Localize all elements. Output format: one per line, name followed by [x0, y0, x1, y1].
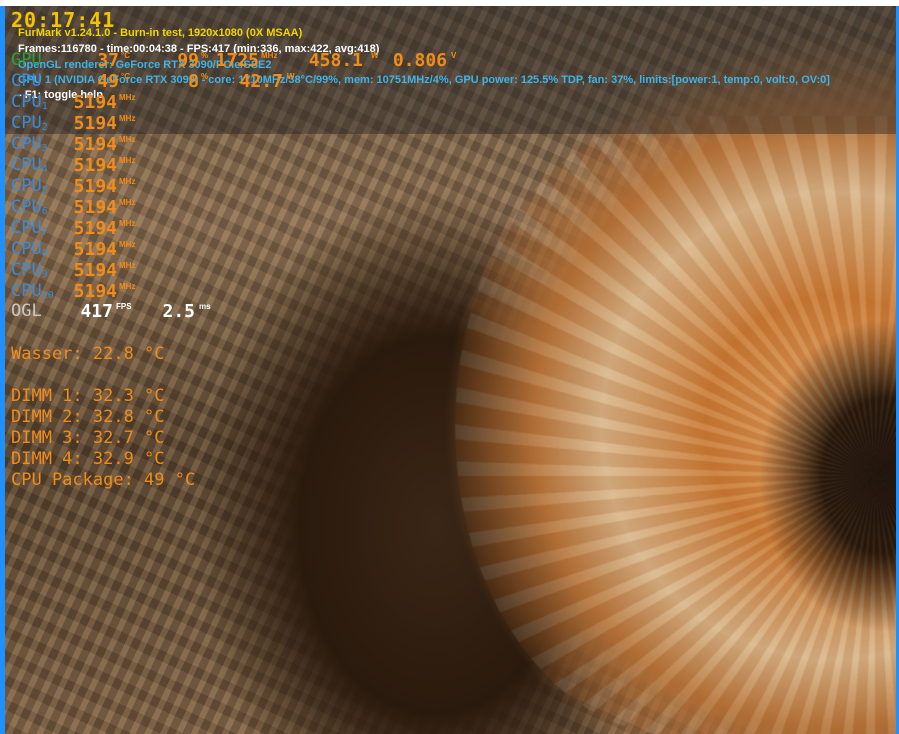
- cpu-load-unit: %: [201, 72, 209, 81]
- core-index: 2: [41, 122, 48, 133]
- ogl-frametime-unit: ms: [199, 302, 211, 311]
- core-label: CPU8: [11, 239, 48, 259]
- gpu-load-unit: %: [201, 51, 209, 60]
- core-label: CPU9: [11, 260, 48, 280]
- sensor-dimm2-temp: DIMM 2: 32.8 °C: [11, 407, 165, 427]
- core-clock-value: 5194: [73, 176, 117, 197]
- osd-cpu-core-row: CPU5 5194 MHz: [11, 176, 151, 197]
- core-clock-unit: MHz: [119, 219, 136, 228]
- sensor-water-temp: Wasser: 22.8 °C: [11, 344, 165, 364]
- sensor-dimm4-temp: DIMM 4: 32.9 °C: [11, 449, 165, 469]
- core-clock-value: 5194: [73, 113, 117, 134]
- osd-cpu-core-row: CPU4 5194 MHz: [11, 155, 151, 176]
- core-label: CPU7: [11, 218, 48, 238]
- core-label: CPU10: [11, 281, 54, 301]
- sensor-dimm3-temp: DIMM 3: 32.7 °C: [11, 428, 165, 448]
- osd-ogl-row: OGL 417 FPS 2.5 ms: [11, 301, 231, 322]
- core-clock-value: 5194: [73, 281, 117, 302]
- osd-cpu-core-row: CPU2 5194 MHz: [11, 113, 151, 134]
- core-clock-unit: MHz: [119, 261, 136, 270]
- core-label: CPU4: [11, 155, 48, 175]
- core-index: 1: [41, 101, 48, 112]
- cpu-label: CPU: [11, 71, 42, 91]
- ogl-label: OGL: [11, 301, 42, 321]
- core-clock-value: 5194: [73, 260, 117, 281]
- sensor-dimm1-temp: DIMM 1: 32.3 °C: [11, 386, 165, 406]
- ogl-frametime-value: 2.5: [162, 301, 195, 322]
- core-clock-unit: MHz: [119, 114, 136, 123]
- osd-cpu-core-row: CPU3 5194 MHz: [11, 134, 151, 155]
- core-index: 8: [41, 248, 48, 259]
- gpu-clock-unit: MHz: [261, 51, 278, 60]
- core-clock-unit: MHz: [119, 240, 136, 249]
- gpu-power-unit: W: [371, 51, 379, 60]
- gpu-voltage-unit: V: [451, 51, 457, 60]
- osd-cpu-core-row: CPU10 5194 MHz: [11, 281, 151, 302]
- core-label: CPU1: [11, 92, 48, 112]
- core-clock-value: 5194: [73, 92, 117, 113]
- cpu-temp-unit: °C: [121, 72, 130, 81]
- core-label: CPU6: [11, 197, 48, 217]
- cpu-temp-value: 49: [97, 71, 119, 92]
- ogl-fps-unit: FPS: [116, 302, 132, 311]
- core-index: 3: [41, 143, 48, 154]
- osd-cpu-core-row: CPU8 5194 MHz: [11, 239, 151, 260]
- osd-cpu-row: CPU 49 °C 8 % 42.7 W: [11, 71, 311, 92]
- core-clock-unit: MHz: [119, 93, 136, 102]
- core-index: 6: [41, 206, 48, 217]
- cpu-power-value: 42.7: [239, 71, 283, 92]
- core-clock-unit: MHz: [119, 156, 136, 165]
- core-clock-value: 5194: [73, 218, 117, 239]
- core-clock-unit: MHz: [119, 198, 136, 207]
- core-clock-unit: MHz: [119, 135, 136, 144]
- gpu-voltage-value: 0.806: [392, 50, 447, 71]
- osd-gpu-row: GPU 37 °C 99 % 1725 MHz 458.1 W 0.806 V: [11, 50, 491, 71]
- fur-texture-donut: [455, 116, 896, 734]
- core-clock-unit: MHz: [119, 282, 136, 291]
- core-clock-value: 5194: [73, 134, 117, 155]
- core-index: 5: [41, 185, 48, 196]
- render-viewport[interactable]: FurMark v1.24.1.0 - Burn-in test, 1920x1…: [5, 6, 896, 734]
- core-clock-value: 5194: [73, 239, 117, 260]
- gpu-clock-value: 1725: [215, 50, 259, 71]
- gpu-load-value: 99: [177, 50, 199, 71]
- osd-clock: 20:17:41: [11, 8, 116, 32]
- core-label: CPU2: [11, 113, 48, 133]
- cpu-power-unit: W: [287, 72, 295, 81]
- gpu-label: GPU: [11, 50, 42, 70]
- sensor-cpu-package-temp: CPU Package: 49 °C: [11, 470, 196, 490]
- gpu-temp-unit: °C: [121, 51, 130, 60]
- osd-cpu-core-row: CPU6 5194 MHz: [11, 197, 151, 218]
- core-index: 7: [41, 227, 48, 238]
- core-index: 10: [41, 290, 54, 301]
- core-index: 9: [41, 269, 48, 280]
- gpu-power-value: 458.1: [308, 50, 363, 71]
- core-clock-value: 5194: [73, 155, 117, 176]
- core-index: 4: [41, 164, 48, 175]
- core-clock-value: 5194: [73, 197, 117, 218]
- gpu-temp-value: 37: [97, 50, 119, 71]
- ogl-fps-value: 417: [80, 301, 113, 322]
- osd-cpu-core-row: CPU1 5194 MHz: [11, 92, 151, 113]
- core-label: CPU5: [11, 176, 48, 196]
- cpu-load-value: 8: [188, 71, 199, 92]
- core-clock-unit: MHz: [119, 177, 136, 186]
- osd-cpu-core-row: CPU7 5194 MHz: [11, 218, 151, 239]
- osd-cpu-core-row: CPU9 5194 MHz: [11, 260, 151, 281]
- core-label: CPU3: [11, 134, 48, 154]
